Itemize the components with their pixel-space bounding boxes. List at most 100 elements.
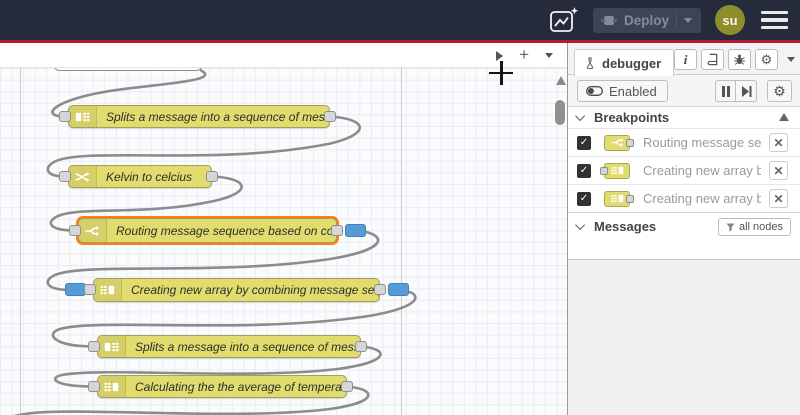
header-bar: Deploy su [0, 0, 800, 40]
pause-button[interactable] [715, 80, 736, 102]
canvas-scroll-up-icon[interactable] [556, 76, 566, 85]
tab-label: debugger [602, 55, 662, 71]
chevron-down-icon [575, 111, 586, 122]
node-port[interactable] [59, 111, 71, 122]
flow-node-split[interactable]: Splits a message into a sequence of mess… [68, 105, 330, 128]
join-node-icon [604, 190, 634, 207]
screenshot-chart-icon[interactable] [549, 6, 579, 34]
deploy-button[interactable]: Deploy [592, 7, 701, 33]
shuffle-icon [69, 166, 97, 187]
funnel-icon [726, 222, 735, 232]
flow-tab-bar: + [0, 43, 567, 68]
debug-button[interactable] [728, 49, 751, 70]
sidebar-tab-bar: debugger i ⚙ [568, 43, 800, 76]
node-port[interactable] [374, 284, 386, 295]
message-filter-button[interactable]: all nodes [717, 218, 791, 236]
input-port-icon [600, 167, 608, 175]
breakpoint-checkbox[interactable]: ✓ [577, 191, 591, 206]
info-icon: i [683, 51, 688, 67]
flow-node-split[interactable]: Splits a message into a sequence of mess… [97, 335, 361, 358]
bug-icon [734, 54, 745, 65]
switch-node-icon [604, 134, 634, 151]
flow-list-dropdown-icon[interactable] [545, 53, 553, 58]
output-port-icon [626, 139, 634, 147]
split-icon [98, 336, 126, 357]
node-port[interactable] [59, 171, 71, 182]
flow-node-join[interactable]: Calculating the the average of temperatu… [97, 375, 347, 398]
crosshair-cursor [500, 61, 503, 85]
docs-button[interactable] [701, 49, 724, 70]
deploy-node-icon [600, 15, 617, 25]
debugger-toolbar: Enabled ⚙ [568, 75, 800, 107]
toggle-icon [586, 86, 603, 96]
deploy-separator [676, 12, 677, 28]
breakpoint-label: Routing message sequence based on condit… [643, 135, 761, 150]
switch-icon [79, 219, 107, 242]
breakpoints-section-header[interactable]: Breakpoints [568, 107, 800, 128]
join-node-icon [600, 162, 630, 179]
node-label: Splits a message into a sequence of mess… [135, 339, 360, 354]
section-title: Messages [594, 219, 657, 234]
breakpoint-label: Creating new array by combining message … [643, 163, 761, 178]
breakpoint-checkbox[interactable]: ✓ [577, 163, 591, 178]
step-button[interactable] [736, 80, 757, 102]
breakpoint-checkbox[interactable]: ✓ [577, 135, 591, 150]
remove-breakpoint-button[interactable]: ✕ [769, 133, 788, 152]
gear-icon: ⚙ [773, 82, 786, 99]
flow-node-change[interactable]: Kelvin to celcius [68, 165, 212, 188]
tab-debugger[interactable]: debugger [574, 49, 675, 76]
messages-empty-list [568, 240, 800, 259]
node-port[interactable] [341, 381, 353, 392]
info-button[interactable]: i [674, 49, 697, 70]
breakpoint-badge[interactable] [65, 283, 86, 296]
node-port[interactable] [88, 381, 100, 392]
step-icon [741, 85, 751, 97]
flow-node-switch-selected[interactable]: Routing message sequence based on condit… [78, 218, 337, 243]
flow-canvas[interactable]: Splits a message into a sequence of mess… [0, 68, 567, 415]
debugger-settings-button[interactable]: ⚙ [767, 80, 792, 102]
pause-icon [721, 85, 730, 97]
node-label: Calculating the the average of temperatu… [135, 379, 346, 394]
breakpoint-badge[interactable] [388, 283, 409, 296]
enabled-label: Enabled [609, 83, 657, 99]
node-label: Routing message sequence based on condit… [116, 223, 336, 238]
sidebar-tabs-dropdown-icon[interactable] [787, 57, 795, 62]
deploy-label: Deploy [623, 12, 669, 28]
node-label: Creating new array by combining message … [131, 283, 379, 297]
scroll-tabs-right-icon[interactable] [496, 50, 504, 61]
chevron-down-icon [575, 220, 586, 231]
node-red-app: Deploy su + Splits a message into a sequ… [0, 0, 800, 415]
flow-node-join[interactable]: Creating new array by combining message … [93, 278, 380, 302]
node-port[interactable] [331, 225, 343, 236]
messages-section-header[interactable]: Messages all nodes [568, 212, 800, 240]
node-port[interactable] [69, 225, 81, 236]
canvas-scrollbar-thumb[interactable] [555, 100, 565, 125]
breakpoint-label: Creating new array by combining message … [643, 191, 761, 206]
node-port[interactable] [206, 171, 218, 182]
node-port[interactable] [88, 341, 100, 352]
breakpoint-badge[interactable] [345, 224, 366, 237]
node-label: Splits a message into a sequence of mess… [106, 109, 329, 124]
main-menu-button[interactable] [759, 7, 790, 34]
node-port[interactable] [84, 284, 96, 295]
user-avatar[interactable]: su [715, 5, 745, 35]
remove-breakpoint-button[interactable]: ✕ [769, 161, 788, 180]
enabled-toggle-button[interactable]: Enabled [577, 80, 668, 102]
remove-breakpoint-button[interactable]: ✕ [769, 189, 788, 208]
clipped-node[interactable] [53, 68, 203, 71]
breakpoint-row: ✓ Creating new array by combining messag… [568, 184, 800, 212]
filter-label: all nodes [738, 221, 783, 233]
add-flow-button[interactable]: + [519, 46, 529, 63]
deploy-caret-icon[interactable] [684, 17, 692, 23]
panel-scroll-up-icon[interactable] [779, 113, 789, 121]
split-icon [69, 106, 97, 127]
join-icon [94, 279, 122, 301]
sidebar-empty-area [568, 259, 800, 415]
node-port[interactable] [324, 111, 336, 122]
node-port[interactable] [355, 341, 367, 352]
flask-icon [586, 57, 594, 69]
breakpoint-row: ✓ Routing message sequence based on cond… [568, 128, 800, 156]
book-icon [707, 53, 718, 66]
sidebar: debugger i ⚙ Enabled ⚙ Breakpoints ✓ Rou… [567, 43, 800, 415]
config-button[interactable]: ⚙ [755, 49, 778, 70]
